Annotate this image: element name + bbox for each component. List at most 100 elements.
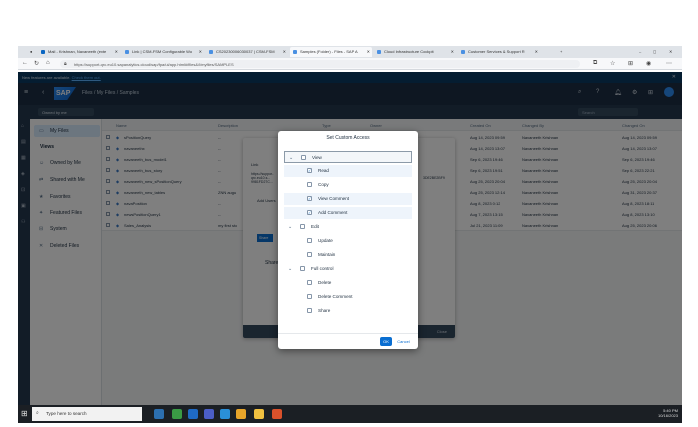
permission-label: Maintain [318, 252, 336, 257]
group-checkbox[interactable] [300, 266, 305, 271]
permission-item[interactable]: ✓ View Comment [284, 193, 412, 205]
group-label: Full control [311, 266, 334, 271]
browser-tab[interactable]: Mail - Krishnan, Navaneeth (exte ✕ [38, 47, 120, 57]
browser-tab[interactable]: CS20230006030037 | CSM-FSM ✕ [206, 47, 288, 57]
chrome-icon[interactable] [236, 409, 246, 419]
tab-close-icon[interactable]: ✕ [367, 49, 370, 54]
dialog-footer: OK Cancel [278, 333, 418, 349]
permission-item[interactable]: ✓ Read [284, 165, 412, 177]
lock-icon: 🔒︎ [64, 61, 67, 67]
browser-tab[interactable]: Link | CSM-FSM Configurable Wo ✕ [122, 47, 204, 57]
permission-checkbox[interactable] [307, 182, 312, 187]
browser-tab[interactable]: Cloud Infrastructure Cockpit ✕ [374, 47, 456, 57]
permission-item[interactable]: Copy [284, 179, 412, 191]
ok-button[interactable]: OK [380, 337, 392, 346]
clock-date: 10/16/2023 [657, 413, 678, 418]
close-window-button[interactable]: ✕ [668, 47, 676, 57]
permission-group[interactable]: ⌄ Full control [284, 263, 412, 275]
tab-close-icon[interactable]: ✕ [199, 49, 202, 54]
tab-close-icon[interactable]: ✕ [535, 49, 538, 54]
excel-icon[interactable] [172, 409, 182, 419]
chevron-down-icon[interactable]: ⌄ [288, 224, 292, 230]
permission-label: Delete [318, 280, 332, 285]
permission-checkbox[interactable] [307, 280, 312, 285]
permission-item[interactable]: Maintain [284, 249, 412, 261]
dialog-title: Set Custom Access [326, 135, 370, 141]
favorites-icon[interactable]: ☆ [610, 60, 615, 67]
collections-icon[interactable]: ⊞ [628, 60, 633, 67]
tab-favicon-icon [461, 50, 465, 54]
url-field[interactable]: 🔒︎ https://support-qrc.eu10.sapanalytics… [60, 60, 580, 68]
app-icon[interactable] [272, 409, 282, 419]
address-bar: ← ↻ ⌂ 🔒︎ https://support-qrc.eu10.sapana… [18, 58, 682, 70]
group-label: View [312, 155, 322, 160]
browser-tab[interactable]: Samples (Folder) - Files - SAP A ✕ [290, 47, 372, 57]
tab-label: Cloud Infrastructure Cockpit [384, 49, 434, 54]
taskbar: ⊞ ⌕ Type here to search 5:40 PM 10/16/20… [18, 405, 682, 423]
permission-item[interactable]: Delete [284, 277, 412, 289]
permission-checkbox[interactable]: ✓ [307, 196, 312, 201]
permission-group[interactable]: ⌄ View [284, 151, 412, 163]
permission-checkbox[interactable]: ✓ [307, 210, 312, 215]
permission-checkbox[interactable] [307, 252, 312, 257]
refresh-icon[interactable]: ↻ [34, 60, 39, 67]
permission-checkbox[interactable] [307, 238, 312, 243]
start-icon[interactable]: ⊞ [21, 409, 28, 418]
clock[interactable]: 5:40 PM 10/16/2023 [658, 408, 678, 418]
taskbar-search-placeholder: Type here to search [46, 411, 87, 416]
browser-tab-bar: ● Mail - Krishnan, Navaneeth (exte ✕ Link … [18, 46, 682, 58]
permission-label: Delete Comment [318, 294, 353, 299]
tab-label: CS20230006030037 | CSM-FSM [216, 49, 275, 54]
permission-item[interactable]: Delete Comment [284, 291, 412, 303]
permissions-list: ⌄ View ✓ Read Copy ✓ View Comment ✓ Add Comment ⌄… [284, 151, 412, 331]
tab-close-icon[interactable]: ✕ [115, 49, 118, 54]
custom-access-dialog: Set Custom Access ⌄ View ✓ Read Copy ✓ View Co… [278, 131, 418, 349]
permission-label: Share [318, 308, 331, 313]
tab-actions[interactable]: ● [20, 47, 34, 57]
browser-tab[interactable]: Customer Services & Support R ✕ [458, 47, 540, 57]
tab-close-icon[interactable]: ✕ [451, 49, 454, 54]
chevron-down-icon[interactable]: ⌄ [288, 266, 292, 272]
permission-label: Read [318, 168, 329, 173]
cancel-button[interactable]: Cancel [394, 337, 413, 346]
permission-label: Add Comment [318, 210, 348, 215]
permission-group[interactable]: ⌄ Edit [284, 221, 412, 233]
tab-label: Samples (Folder) - Files - SAP A [300, 49, 358, 54]
task-view-icon[interactable] [154, 409, 164, 419]
permission-item[interactable]: Share [284, 305, 412, 317]
tab-label: Mail - Krishnan, Navaneeth (exte [48, 49, 107, 54]
teams-icon[interactable] [204, 409, 214, 419]
tab-label: Customer Services & Support R [468, 49, 525, 54]
extensions-icon[interactable]: ⧉ [593, 60, 597, 67]
back-icon[interactable]: ← [22, 60, 28, 66]
group-checkbox[interactable] [300, 224, 305, 229]
permission-label: Update [318, 238, 333, 243]
profile-icon[interactable]: ◉ [646, 60, 651, 67]
outlook-icon[interactable] [188, 409, 198, 419]
edge-icon[interactable] [220, 409, 230, 419]
permission-checkbox[interactable] [307, 294, 312, 299]
tab-label: Link | CSM-FSM Configurable Wo [132, 49, 193, 54]
minimize-button[interactable]: – [638, 47, 646, 57]
chevron-down-icon[interactable]: ⌄ [289, 155, 293, 161]
home-icon[interactable]: ⌂ [46, 60, 50, 66]
new-tab-button[interactable]: + [558, 47, 566, 57]
maximize-button[interactable]: ◻ [652, 47, 660, 57]
more-icon[interactable]: ⋯ [666, 60, 672, 67]
permission-item[interactable]: Update [284, 235, 412, 247]
tab-close-icon[interactable]: ✕ [283, 49, 286, 54]
permission-label: View Comment [318, 196, 350, 201]
tab-favicon-icon [377, 50, 381, 54]
search-icon: ⌕ [36, 410, 39, 416]
tab-favicon-icon [125, 50, 129, 54]
group-checkbox[interactable] [301, 155, 306, 160]
permission-label: Copy [318, 182, 329, 187]
permission-item[interactable]: ✓ Add Comment [284, 207, 412, 219]
permission-checkbox[interactable] [307, 308, 312, 313]
url-text: https://support-qrc.eu10.sapanalytics.cl… [74, 62, 234, 67]
taskbar-search[interactable]: ⌕ Type here to search [32, 407, 142, 421]
permission-checkbox[interactable]: ✓ [307, 168, 312, 173]
tab-favicon-icon [293, 50, 297, 54]
tab-favicon-icon [41, 50, 45, 54]
explorer-icon[interactable] [254, 409, 264, 419]
